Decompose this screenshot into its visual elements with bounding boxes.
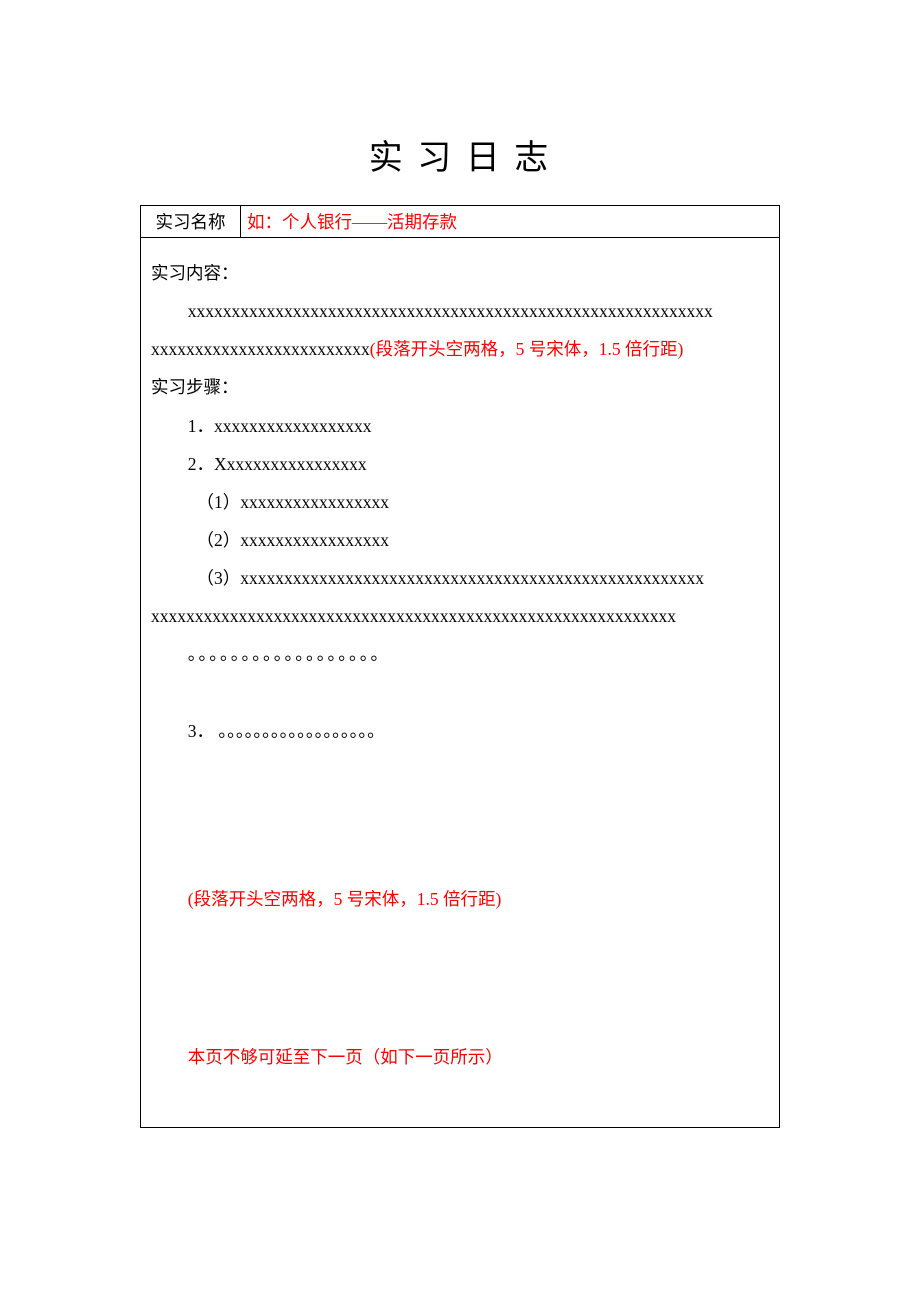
format-note: (段落开头空两格，5 号宋体，1.5 倍行距) bbox=[188, 880, 769, 918]
document-title: 实 习 日 志 bbox=[140, 130, 780, 179]
body-cell: 实习内容： xxxxxxxxxxxxxxxxxxxxxxxxxxxxxxxxxx… bbox=[141, 238, 780, 1128]
main-table: 实习名称 如：个人银行——活期存款 实习内容： xxxxxxxxxxxxxxxx… bbox=[140, 205, 780, 1128]
header-row: 实习名称 如：个人银行——活期存款 bbox=[141, 206, 780, 238]
substep-3-line1: （3）xxxxxxxxxxxxxxxxxxxxxxxxxxxxxxxxxxxxx… bbox=[197, 559, 770, 597]
spacer bbox=[151, 674, 769, 712]
body-row: 实习内容： xxxxxxxxxxxxxxxxxxxxxxxxxxxxxxxxxx… bbox=[141, 238, 780, 1128]
dots-row-1: 。。。。。。。。。。。。。。。。。。 bbox=[188, 635, 769, 673]
steps-heading: 实习步骤： bbox=[151, 368, 769, 406]
substep-2: （2）xxxxxxxxxxxxxxxxx bbox=[197, 521, 770, 559]
header-value: 如：个人银行——活期存款 bbox=[247, 212, 457, 232]
content-para-line1: xxxxxxxxxxxxxxxxxxxxxxxxxxxxxxxxxxxxxxxx… bbox=[151, 292, 769, 330]
substep-1: （1）xxxxxxxxxxxxxxxxx bbox=[197, 483, 770, 521]
header-label-cell: 实习名称 bbox=[141, 206, 241, 238]
step-2: 2．Xxxxxxxxxxxxxxxxx bbox=[188, 445, 769, 483]
content-heading: 实习内容： bbox=[151, 254, 769, 292]
page-container: 实 习 日 志 实习名称 如：个人银行——活期存款 实习内容： xxxxxxxx… bbox=[0, 0, 920, 1128]
content-para-line2: xxxxxxxxxxxxxxxxxxxxxxxxx(段落开头空两格，5 号宋体，… bbox=[151, 330, 769, 368]
footer-note: 本页不够可延至下一页（如下一页所示） bbox=[188, 1038, 769, 1076]
header-value-cell: 如：个人银行——活期存款 bbox=[241, 206, 780, 238]
step-1: 1．xxxxxxxxxxxxxxxxxx bbox=[188, 407, 769, 445]
body-content: 实习内容： xxxxxxxxxxxxxxxxxxxxxxxxxxxxxxxxxx… bbox=[151, 254, 769, 1076]
substep-3-line2: xxxxxxxxxxxxxxxxxxxxxxxxxxxxxxxxxxxxxxxx… bbox=[151, 597, 769, 635]
header-label: 实习名称 bbox=[156, 212, 226, 232]
content-para-prefix: xxxxxxxxxxxxxxxxxxxxxxxxx bbox=[151, 339, 370, 359]
step-3: 3． 。。。。。。。。。。。。。。。。。。 bbox=[188, 712, 769, 750]
content-note-inline: (段落开头空两格，5 号宋体，1.5 倍行距) bbox=[370, 339, 684, 359]
